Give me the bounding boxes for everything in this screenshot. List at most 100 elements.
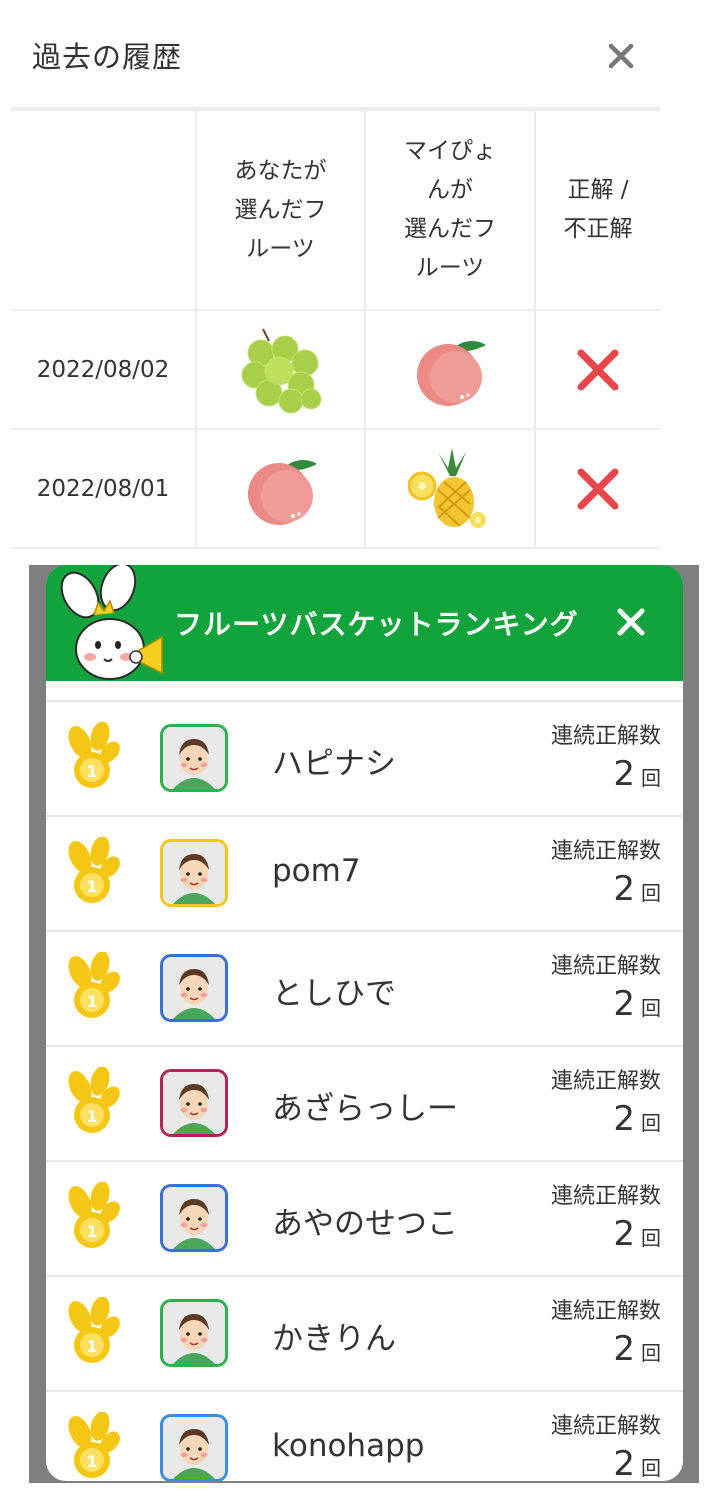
header-result: 正解 / 不正解 — [534, 107, 660, 311]
user-name[interactable]: としひで — [272, 968, 396, 1013]
woman-avatar[interactable] — [160, 724, 228, 792]
streak-count: 2 — [613, 1099, 635, 1139]
svg-text:1: 1 — [86, 877, 97, 896]
date-cell: 2022/08/02 — [11, 309, 197, 430]
rabbit-mascot-icon — [60, 565, 163, 680]
person-icon — [163, 1187, 225, 1249]
person-icon — [163, 842, 225, 904]
streak-unit: 回 — [641, 1226, 661, 1250]
incorrect-icon — [577, 349, 619, 390]
streak-value: 2回 — [613, 984, 661, 1024]
streak-label: 連続正解数 — [550, 954, 661, 979]
man-avatar[interactable] — [160, 1414, 228, 1481]
rabbit-medal-icon: 1 — [68, 1182, 120, 1248]
result-cell — [534, 428, 660, 549]
man-avatar[interactable] — [160, 954, 228, 1022]
streak-value: 2回 — [613, 1444, 661, 1481]
streak-label: 連続正解数 — [550, 839, 661, 864]
streak-unit: 回 — [641, 1341, 661, 1365]
green-hat-avatar[interactable] — [160, 1069, 228, 1137]
user-name[interactable]: pom7 — [272, 853, 361, 889]
streak-unit: 回 — [641, 1111, 661, 1135]
person-icon — [163, 1302, 225, 1364]
streak-label: 連続正解数 — [550, 724, 661, 749]
svg-text:1: 1 — [86, 762, 97, 781]
streak-count: 2 — [613, 984, 635, 1024]
user-name[interactable]: konohapp — [272, 1428, 424, 1464]
streak-label: 連続正解数 — [550, 1069, 661, 1094]
person-icon — [163, 957, 225, 1019]
list-item[interactable]: 1 konohapp 連続正解数 2回 — [46, 1390, 683, 1481]
streak-count: 2 — [613, 754, 635, 794]
ranking-list: 1 ハピナシ 連続正解数 2回 1 pom7 連続正解数 2 回 1 としひで … — [46, 700, 683, 1481]
ranking-modal: フルーツバスケットランキング 1 ハピナシ 連続正解数 2 回 1 pom7 連… — [46, 565, 683, 1481]
table-row: 2022/08/02 — [11, 309, 660, 430]
mypyon-fruit-cell — [364, 428, 536, 549]
ranking-header: フルーツバスケットランキング — [46, 565, 683, 681]
woman-avatar[interactable] — [160, 1184, 228, 1252]
rabbit-medal-icon: 1 — [68, 1412, 120, 1478]
list-item[interactable]: 1 pom7 連続正解数 2回 — [46, 815, 683, 930]
grape-icon — [241, 328, 321, 413]
streak-value: 2回 — [613, 1329, 661, 1369]
header-mypyon-fruit: マイぴょ んが 選んだフ ルーツ — [364, 107, 536, 311]
streak-value: 2回 — [613, 1214, 661, 1254]
streak-count: 2 — [613, 1444, 635, 1481]
history-table: あなたが 選んだフ ルーツ マイぴょ んが 選んだフ ルーツ 正解 / 不正解 … — [11, 107, 660, 549]
history-header-row: あなたが 選んだフ ルーツ マイぴょ んが 選んだフ ルーツ 正解 / 不正解 — [11, 107, 660, 311]
person-icon — [163, 1072, 225, 1134]
list-item[interactable]: 1 としひで 連続正解数 2回 — [46, 930, 683, 1045]
user-name[interactable]: ハピナシ — [272, 738, 396, 783]
peach-icon — [247, 459, 317, 525]
incorrect-icon — [577, 468, 619, 509]
svg-text:1: 1 — [86, 1107, 97, 1126]
rabbit-medal-icon: 1 — [68, 1067, 120, 1133]
close-icon[interactable] — [603, 38, 639, 74]
mypyon-fruit-cell — [364, 309, 536, 430]
rabbit-medal-icon: 1 — [68, 952, 120, 1018]
svg-text:1: 1 — [86, 1452, 97, 1471]
streak-label: 連続正解数 — [550, 1299, 661, 1324]
history-title: 過去の履歴 — [32, 40, 183, 74]
your-fruit-cell — [195, 428, 366, 549]
list-item[interactable]: 1 ハピナシ 連続正解数 2回 — [46, 700, 683, 815]
bears-photo-avatar[interactable] — [160, 839, 228, 907]
list-item[interactable]: 1 あやのせつこ 連続正解数 2回 — [46, 1160, 683, 1275]
streak-unit: 回 — [641, 996, 661, 1020]
streak-count: 2 — [613, 1214, 635, 1254]
streak-value: 2回 — [613, 1099, 661, 1139]
svg-text:1: 1 — [86, 992, 97, 1011]
streak-count: 2 — [613, 1329, 635, 1369]
peach-icon — [417, 340, 486, 406]
user-name[interactable]: あやのせつこ — [272, 1198, 458, 1243]
list-item[interactable]: 1 かきりん 連続正解数 2回 — [46, 1275, 683, 1390]
streak-value: 2回 — [613, 869, 661, 909]
result-cell — [534, 309, 660, 430]
streak-value: 2回 — [613, 754, 661, 794]
ranking-title: フルーツバスケットランキング — [174, 608, 579, 641]
rabbit-medal-icon: 1 — [68, 1297, 120, 1363]
user-name[interactable]: あざらっしー — [272, 1083, 458, 1128]
person-icon — [163, 727, 225, 789]
streak-count: 2 — [613, 869, 635, 909]
header-date — [11, 107, 197, 311]
svg-text:1: 1 — [86, 1222, 97, 1241]
woman-avatar[interactable] — [160, 1299, 228, 1367]
list-item[interactable]: 1 あざらっしー 連続正解数 2回 — [46, 1045, 683, 1160]
header-your-fruit: あなたが 選んだフ ルーツ — [195, 107, 366, 311]
streak-label: 連続正解数 — [550, 1184, 661, 1209]
rabbit-medal-icon: 1 — [68, 837, 120, 903]
streak-unit: 回 — [641, 881, 661, 905]
person-icon — [163, 1417, 225, 1479]
close-icon[interactable] — [616, 607, 646, 637]
streak-unit: 回 — [641, 766, 661, 790]
table-row: 2022/08/01 — [11, 428, 660, 549]
streak-label: 連続正解数 — [550, 1414, 661, 1439]
user-name[interactable]: かきりん — [272, 1313, 396, 1358]
streak-unit: 回 — [641, 1456, 661, 1480]
pineapple-icon — [408, 447, 486, 528]
your-fruit-cell — [195, 309, 366, 430]
rabbit-medal-icon: 1 — [68, 722, 120, 788]
svg-text:1: 1 — [86, 1337, 97, 1356]
date-cell: 2022/08/01 — [11, 428, 197, 549]
